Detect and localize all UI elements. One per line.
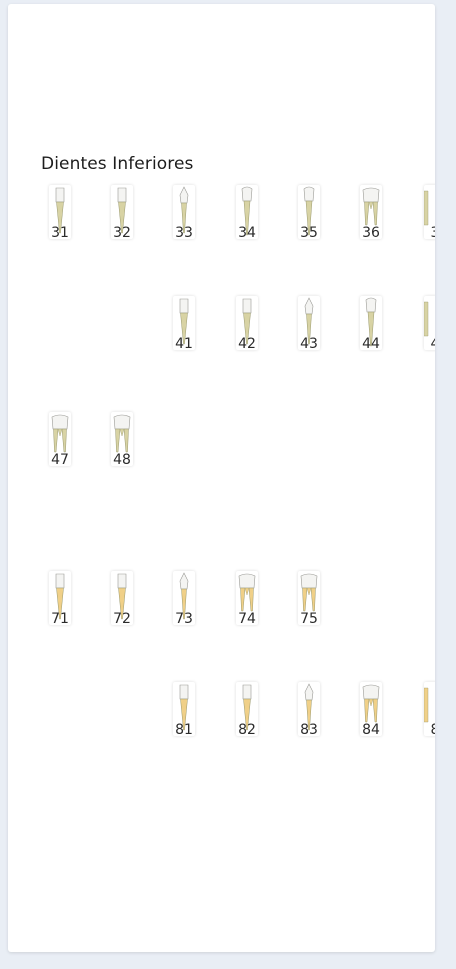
tooth-47[interactable]: 47 xyxy=(49,412,71,468)
tooth-73[interactable]: 73 xyxy=(173,571,195,627)
tooth-number: 36 xyxy=(362,225,380,241)
tooth-number: 32 xyxy=(113,225,131,241)
tooth-number: 31 xyxy=(51,225,69,241)
tooth-number: 8 xyxy=(430,722,435,738)
tooth-84[interactable]: 84 xyxy=(360,682,382,738)
tooth-44[interactable]: 44 xyxy=(360,296,382,352)
tooth-36[interactable]: 36 xyxy=(360,185,382,241)
tooth-number: 47 xyxy=(51,452,69,468)
tooth-83[interactable]: 83 xyxy=(298,682,320,738)
tooth-number: 44 xyxy=(362,336,380,352)
tooth-74[interactable]: 74 xyxy=(236,571,258,627)
tooth-number: 33 xyxy=(175,225,193,241)
tooth-8[interactable]: 8 xyxy=(424,682,435,738)
tooth-48[interactable]: 48 xyxy=(111,412,133,468)
tooth-number: 48 xyxy=(113,452,131,468)
tooth-number: 73 xyxy=(175,611,193,627)
tooth-41[interactable]: 41 xyxy=(173,296,195,352)
section-title: Dientes Inferiores xyxy=(41,154,194,174)
tooth-75[interactable]: 75 xyxy=(298,571,320,627)
tooth-82[interactable]: 82 xyxy=(236,682,258,738)
tooth-number: 81 xyxy=(175,722,193,738)
tooth-number: 84 xyxy=(362,722,380,738)
tooth-number: 83 xyxy=(300,722,318,738)
tooth-number: 41 xyxy=(175,336,193,352)
tooth-number: 35 xyxy=(300,225,318,241)
tooth-number: 71 xyxy=(51,611,69,627)
tooth-71[interactable]: 71 xyxy=(49,571,71,627)
tooth-number: 72 xyxy=(113,611,131,627)
tooth-3[interactable]: 3 xyxy=(424,185,435,241)
tooth-number: 4 xyxy=(430,336,435,352)
tooth-32[interactable]: 32 xyxy=(111,185,133,241)
tooth-42[interactable]: 42 xyxy=(236,296,258,352)
tooth-34[interactable]: 34 xyxy=(236,185,258,241)
tooth-31[interactable]: 31 xyxy=(49,185,71,241)
tooth-number: 82 xyxy=(238,722,256,738)
tooth-number: 3 xyxy=(430,225,435,241)
tooth-33[interactable]: 33 xyxy=(173,185,195,241)
tooth-number: 34 xyxy=(238,225,256,241)
tooth-number: 42 xyxy=(238,336,256,352)
tooth-number: 75 xyxy=(300,611,318,627)
tooth-4[interactable]: 4 xyxy=(424,296,435,352)
tooth-number: 74 xyxy=(238,611,256,627)
tooth-81[interactable]: 81 xyxy=(173,682,195,738)
tooth-72[interactable]: 72 xyxy=(111,571,133,627)
tooth-35[interactable]: 35 xyxy=(298,185,320,241)
tooth-43[interactable]: 43 xyxy=(298,296,320,352)
tooth-number: 43 xyxy=(300,336,318,352)
teeth-panel: Dientes Inferiores 31 32 33 34 35 36 3 41… xyxy=(8,4,435,952)
